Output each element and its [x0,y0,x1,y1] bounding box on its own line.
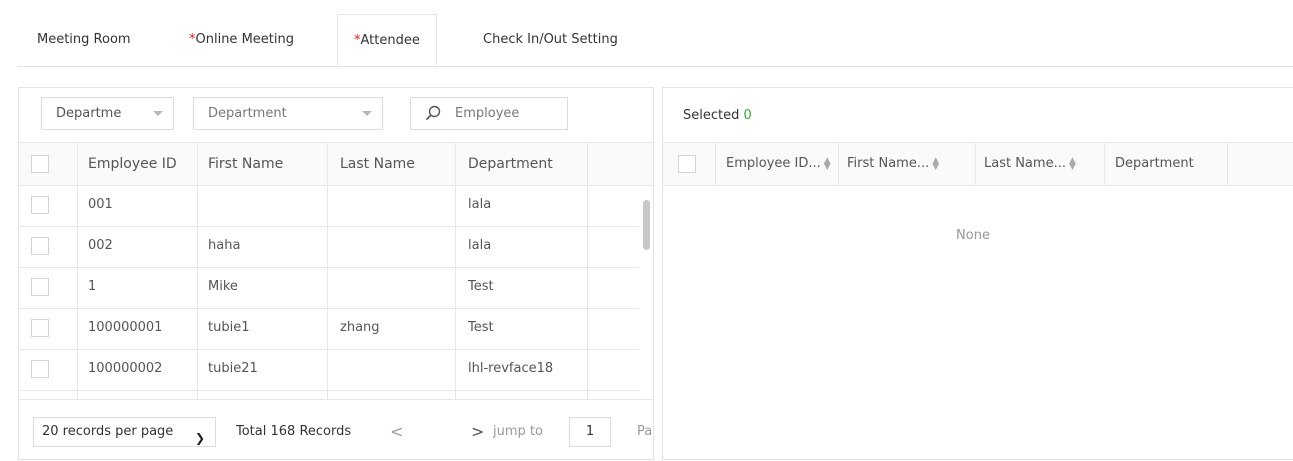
column-department: Department [456,143,588,185]
table-row[interactable]: 100000001 tubie1 zhang Test [19,309,639,350]
select-all-checkbox[interactable] [31,155,49,173]
page-number-input[interactable]: 1 [569,417,611,447]
tab-check-in-out-setting[interactable]: Check In/Out Setting [483,14,618,66]
cell-first-name: haha [198,227,328,267]
department-select[interactable]: Department [193,97,383,130]
prev-page-button[interactable]: < [390,417,403,447]
cell-first-name: tubie1 [198,309,328,349]
cell-department: Test [456,268,588,308]
table-row[interactable]: 002 haha lala [19,227,639,268]
column-first-name[interactable]: First Name... ▲ ▼ [839,143,976,185]
row-checkbox[interactable] [31,237,49,255]
tab-bar: Meeting Room *Online Meeting *Attendee C… [17,10,1293,67]
sort-icon[interactable]: ▲ ▼ [824,156,831,171]
selected-list-panel: Selected 0 Employee ID... ▲ ▼ First Name..… [662,87,1293,460]
selected-count-label: Selected 0 [683,108,752,123]
column-employee-id: Employee ID [78,143,198,185]
page-suffix: Pa [637,424,653,439]
row-checkbox[interactable] [31,278,49,296]
table-row[interactable]: 1 Mike Test [19,268,639,309]
selected-table-header: Employee ID... ▲ ▼ First Name... ▲ ▼ Last Na… [663,142,1293,186]
column-employee-id[interactable]: Employee ID... ▲ ▼ [716,143,839,185]
select-all-cell [663,143,716,185]
selected-count: 0 [743,108,752,123]
select-all-cell [19,143,78,185]
cell-employee-id: 002 [78,227,198,267]
column-first-name: First Name [198,143,328,185]
cell-department: lala [456,227,588,267]
cell-first-name: tubie21 [198,350,328,390]
cell-employee-id: 001 [78,186,198,226]
select-all-checkbox[interactable] [678,155,696,173]
cell-last-name [328,227,456,267]
column-last-name: Last Name [328,143,456,185]
caret-down-icon [362,111,372,116]
cell-last-name [328,186,456,226]
column-department: Department [1105,143,1228,185]
cell-employee-id: 1 [78,268,198,308]
table-row[interactable]: 001 lala [19,186,639,227]
table-scrollbar[interactable] [643,200,650,250]
sort-icon[interactable]: ▲ ▼ [1069,156,1076,171]
tab-online-meeting[interactable]: *Online Meeting [189,14,294,66]
cell-first-name: Mike [198,268,328,308]
cell-department: lala [456,186,588,226]
empty-state-text: None [956,228,990,243]
cell-last-name [328,268,456,308]
pagination: 20 records per page ❯ Total 168 Records <… [19,399,653,459]
tab-meeting-room[interactable]: Meeting Room [37,14,131,66]
sort-icon[interactable]: ▲ ▼ [932,156,939,171]
department-select-short[interactable]: Departme [41,97,174,130]
caret-down-icon [153,111,163,116]
cell-last-name [328,350,456,390]
tab-attendee[interactable]: *Attendee [337,14,437,66]
search-icon [425,105,441,121]
column-last-name[interactable]: Last Name... ▲ ▼ [976,143,1105,185]
row-checkbox[interactable] [31,319,49,337]
row-checkbox[interactable] [31,196,49,214]
cell-first-name [198,186,328,226]
jump-to-label: jump to [493,424,543,439]
chevron-down-icon: ❯ [194,431,205,445]
row-checkbox[interactable] [31,360,49,378]
table-row[interactable]: 100000002 tubie21 lhl-revface18 [19,350,639,391]
employee-search-input[interactable]: Employee [410,97,568,130]
cell-department: lhl-revface18 [456,350,588,390]
table-header: Employee ID First Name Last Name Departm… [19,142,653,186]
total-records: Total 168 Records [236,424,352,439]
cell-last-name: zhang [328,309,456,349]
cell-employee-id: 100000002 [78,350,198,390]
cell-department: Test [456,309,588,349]
cell-employee-id: 100000001 [78,309,198,349]
next-page-button[interactable]: > [471,417,484,447]
employee-list-panel: Departme Department Employee Employee ID… [18,87,654,460]
records-per-page-select[interactable]: 20 records per page ❯ [33,417,216,447]
